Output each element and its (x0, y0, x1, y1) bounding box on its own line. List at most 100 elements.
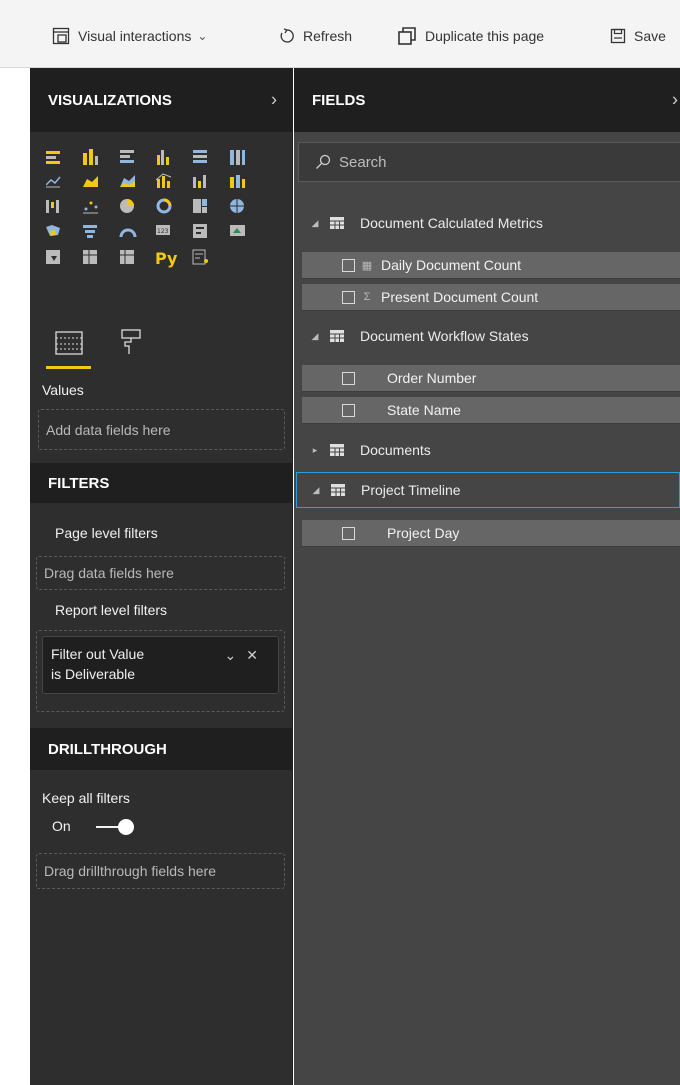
matrix-icon[interactable] (120, 250, 134, 264)
save-icon (610, 28, 626, 44)
line-clustered-column-icon[interactable] (193, 175, 206, 188)
values-dropzone[interactable]: Add data fields here (38, 409, 285, 450)
table-name: Project Timeline (361, 482, 461, 498)
table-name: Document Workflow States (360, 328, 529, 344)
refresh-label: Refresh (303, 28, 353, 44)
duplicate-page-button[interactable]: Duplicate this page (397, 25, 544, 47)
expand-collapse-icon[interactable]: ▸ (304, 445, 326, 456)
100-stacked-bar-icon[interactable] (193, 150, 207, 163)
search-placeholder: Search (339, 153, 387, 171)
treemap-icon[interactable] (193, 199, 207, 213)
field-row-order-number[interactable]: Order Number (302, 365, 680, 392)
field-row-project-day[interactable]: Project Day (302, 520, 680, 547)
search-input[interactable]: Search (298, 142, 680, 182)
active-tab-indicator (46, 366, 91, 369)
collapse-fields-icon[interactable]: › (672, 90, 678, 111)
search-icon (316, 154, 331, 169)
keep-all-filters-label: Keep all filters (42, 790, 130, 806)
line-chart-icon[interactable] (46, 176, 61, 188)
table-row-documents[interactable]: ▸ Documents (294, 432, 680, 468)
svg-text:Py: Py (155, 249, 178, 268)
field-name: Project Day (387, 525, 460, 541)
table-row-document-workflow-states[interactable]: ◢ Document Workflow States (294, 318, 680, 354)
field-row-present-document-count[interactable]: Σ Present Document Count (302, 284, 680, 311)
report-filter-card[interactable]: Filter out Value is Deliverable ⌄✕ (42, 636, 279, 694)
slicer-icon[interactable] (46, 250, 60, 264)
python-visual-icon[interactable]: Py (155, 249, 178, 268)
sigma-icon: Σ (363, 291, 371, 303)
clustered-column-chart-icon[interactable] (157, 150, 169, 165)
table-row-document-calculated-metrics[interactable]: ◢ Document Calculated Metrics (294, 205, 680, 241)
line-column-chart-icon[interactable] (155, 173, 172, 188)
calc-icon: ▦ (361, 259, 373, 272)
field-checkbox[interactable] (342, 526, 355, 540)
chevron-down-icon: ⌄ (197, 29, 208, 43)
visual-interactions-icon (52, 27, 70, 45)
fields-title: FIELDS (312, 91, 366, 109)
stacked-column-chart-icon[interactable] (83, 149, 98, 165)
fields-tab-icon[interactable] (54, 330, 84, 356)
field-checkbox[interactable] (342, 403, 355, 417)
table-icon (330, 444, 344, 456)
pane-tabs (30, 320, 293, 370)
fields-header: FIELDS › (294, 68, 680, 132)
duplicate-icon (398, 27, 416, 45)
collapse-visualizations-icon[interactable]: › (271, 90, 277, 111)
values-label: Values (42, 382, 84, 398)
svg-text:123: 123 (157, 228, 169, 235)
multi-row-card-icon[interactable] (193, 224, 207, 238)
ribbon-toolbar: Visual interactions ⌄ Refresh Duplicate … (0, 0, 680, 68)
drillthrough-header: DRILLTHROUGH (30, 728, 293, 770)
expand-collapse-icon[interactable]: ◢ (304, 218, 326, 229)
field-name: Order Number (387, 370, 477, 386)
field-name: Daily Document Count (381, 257, 522, 273)
donut-chart-icon[interactable] (156, 198, 172, 214)
area-chart-icon[interactable] (83, 176, 98, 187)
filters-title: FILTERS (48, 474, 110, 492)
pie-chart-icon[interactable] (120, 199, 134, 213)
visual-types-grid: 123 Py (46, 149, 245, 268)
visualizations-pane: VISUALIZATIONS › 123 Py Values Add data … (30, 68, 293, 1085)
field-row-daily-document-count[interactable]: ▦ Daily Document Count (302, 252, 680, 279)
scatter-chart-icon[interactable] (83, 201, 98, 214)
filter-actions: ⌄✕ (225, 645, 268, 665)
keep-filters-toggle-knob[interactable] (118, 819, 134, 835)
card-icon[interactable]: 123 (156, 225, 170, 235)
report-level-filters-label: Report level filters (55, 602, 168, 618)
drillthrough-dropzone[interactable]: Drag drillthrough fields here (36, 853, 285, 889)
save-label: Save (634, 28, 666, 44)
format-paint-roller-icon[interactable] (120, 328, 142, 356)
expand-collapse-icon[interactable]: ◢ (304, 331, 326, 342)
table-row-project-timeline[interactable]: ◢ Project Timeline (296, 472, 680, 508)
gauge-icon[interactable] (119, 228, 137, 238)
field-name: Present Document Count (381, 289, 539, 305)
table-name: Document Calculated Metrics (360, 215, 543, 231)
clustered-bar-chart-icon[interactable] (120, 150, 134, 163)
100-stacked-column-icon[interactable] (230, 150, 245, 165)
filled-map-icon[interactable] (46, 225, 60, 236)
refresh-button[interactable]: Refresh (279, 25, 352, 47)
report-filter-text-line2: is Deliverable (51, 666, 136, 682)
field-checkbox[interactable] (342, 258, 355, 272)
field-checkbox[interactable] (342, 371, 355, 385)
expand-filter-icon[interactable]: ⌄ (225, 647, 247, 663)
kpi-icon[interactable] (230, 225, 245, 236)
stacked-bar-chart-icon[interactable] (46, 151, 60, 164)
expand-collapse-icon[interactable]: ◢ (305, 485, 327, 496)
remove-filter-icon[interactable]: ✕ (246, 647, 268, 663)
save-button[interactable]: Save (610, 25, 666, 47)
map-icon[interactable] (230, 199, 244, 213)
table-visual-icon[interactable] (83, 250, 97, 264)
funnel-chart-icon[interactable] (83, 225, 97, 238)
waterfall-chart-icon[interactable] (46, 200, 59, 213)
duplicate-label: Duplicate this page (425, 28, 545, 44)
page-filters-dropzone[interactable]: Drag data fields here (36, 556, 285, 590)
ribbon-chart-icon[interactable] (230, 175, 245, 188)
field-checkbox[interactable] (342, 290, 355, 304)
custom-visual-icon[interactable] (192, 249, 208, 265)
field-row-state-name[interactable]: State Name (302, 397, 680, 424)
filters-header: FILTERS (30, 463, 293, 503)
visual-interactions-button[interactable]: Visual interactions ⌄ (52, 25, 207, 47)
field-name: State Name (387, 402, 461, 418)
stacked-area-chart-icon[interactable] (120, 175, 135, 187)
